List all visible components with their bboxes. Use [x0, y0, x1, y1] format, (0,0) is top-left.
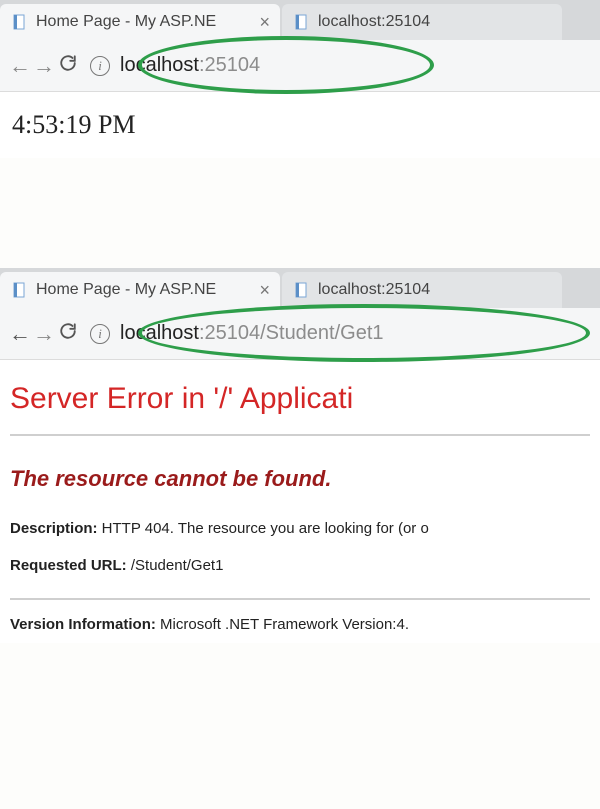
site-info-icon[interactable]: i — [90, 56, 110, 76]
error-subheading: The resource cannot be found. — [0, 436, 600, 510]
requested-url-text: /Student/Get1 — [127, 557, 224, 574]
back-button[interactable]: ← — [8, 321, 32, 347]
nav-bar: ← → i localhost:25104 — [0, 40, 600, 92]
site-info-icon[interactable]: i — [90, 324, 110, 344]
version-label: Version Information: — [10, 616, 156, 633]
reload-button[interactable] — [56, 322, 80, 346]
server-error-heading: Server Error in '/' Applicati — [0, 360, 600, 428]
url-path: :25104/Student/Get1 — [199, 322, 384, 345]
page-favicon — [12, 282, 28, 298]
url-host: localhost — [120, 54, 199, 77]
requested-url-line: Requested URL: /Student/Get1 — [0, 547, 600, 584]
tab-title: localhost:25104 — [318, 281, 552, 299]
forward-button: → — [32, 53, 56, 79]
tab-title: localhost:25104 — [318, 13, 552, 31]
tab-localhost[interactable]: localhost:25104 — [282, 272, 562, 308]
url-host: localhost — [120, 322, 199, 345]
section-gap — [0, 158, 600, 268]
description-label: Description: — [10, 520, 98, 537]
time-display: 4:53:19 PM — [12, 110, 588, 140]
tab-title: Home Page - My ASP.NE — [36, 13, 251, 31]
error-description: Description: HTTP 404. The resource you … — [0, 510, 600, 547]
address-bar[interactable]: i localhost:25104/Student/Get1 — [86, 322, 592, 345]
description-text: HTTP 404. The resource you are looking f… — [98, 520, 429, 537]
tab-home-page[interactable]: Home Page - My ASP.NE × — [0, 4, 280, 40]
page-favicon — [12, 14, 28, 30]
close-icon[interactable]: × — [259, 280, 270, 301]
reload-button[interactable] — [56, 54, 80, 78]
page-favicon — [294, 14, 310, 30]
tab-home-page[interactable]: Home Page - My ASP.NE × — [0, 272, 280, 308]
url-path: :25104 — [199, 54, 260, 77]
tab-localhost[interactable]: localhost:25104 — [282, 4, 562, 40]
error-page-content: Server Error in '/' Applicati The resour… — [0, 360, 600, 643]
top-browser-window: Home Page - My ASP.NE × localhost:25104 … — [0, 0, 600, 158]
page-content: 4:53:19 PM — [0, 92, 600, 158]
requested-url-label: Requested URL: — [10, 557, 127, 574]
tab-title: Home Page - My ASP.NE — [36, 281, 251, 299]
forward-button: → — [32, 321, 56, 347]
version-info-line: Version Information: Microsoft .NET Fram… — [0, 600, 600, 643]
nav-bar: ← → i localhost:25104/Student/Get1 — [0, 308, 600, 360]
bottom-browser-window: Home Page - My ASP.NE × localhost:25104 … — [0, 268, 600, 643]
address-bar[interactable]: i localhost:25104 — [86, 54, 592, 77]
back-button[interactable]: ← — [8, 53, 32, 79]
version-text: Microsoft .NET Framework Version:4. — [156, 616, 409, 633]
page-favicon — [294, 282, 310, 298]
close-icon[interactable]: × — [259, 12, 270, 33]
tab-bar: Home Page - My ASP.NE × localhost:25104 — [0, 268, 600, 308]
tab-bar: Home Page - My ASP.NE × localhost:25104 — [0, 0, 600, 40]
